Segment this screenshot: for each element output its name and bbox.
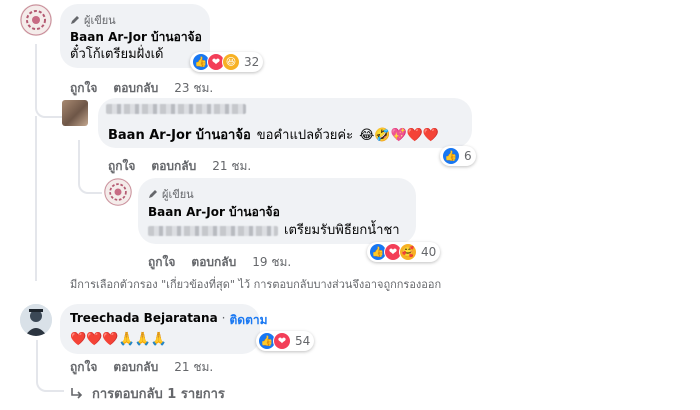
reply-button[interactable]: ตอบกลับ bbox=[113, 358, 158, 377]
comment-actions: ถูกใจ ตอบกลับ 21 ชม. bbox=[70, 358, 213, 377]
commenter-avatar[interactable] bbox=[20, 304, 52, 336]
comment-timestamp[interactable]: 23 ชม. bbox=[174, 79, 213, 98]
reaction-summary[interactable]: 👍 ❤ 🥰 40 bbox=[367, 242, 441, 262]
author-badge: ผู้เขียน bbox=[70, 11, 116, 29]
separator-dot: · bbox=[221, 311, 226, 325]
floral-logo-icon bbox=[20, 4, 52, 36]
author-badge: ผู้เขียน bbox=[148, 185, 194, 203]
comment-text: เตรียมรับพิธียกน้ำชา bbox=[284, 223, 400, 238]
reaction-count: 6 bbox=[464, 149, 472, 163]
reply-button[interactable]: ตอบกลับ bbox=[191, 253, 236, 272]
reply-text-row: Baan Ar-Jor บ้านอาจ้อ ขอคำแปลด้วยค่ะ 😂🤣💖… bbox=[108, 127, 439, 145]
pencil-icon bbox=[149, 190, 157, 198]
thread-line-main-2 bbox=[35, 116, 37, 281]
reaction-summary[interactable]: 👍 ❤ 54 bbox=[256, 331, 315, 351]
like-reaction-icon: 👍 bbox=[442, 147, 460, 165]
commenter-avatar-blurred[interactable] bbox=[62, 100, 88, 126]
comment-timestamp[interactable]: 21 ชม. bbox=[174, 358, 213, 377]
comment-timestamp[interactable]: 19 ชม. bbox=[252, 253, 291, 272]
thread-line-main bbox=[35, 44, 37, 104]
thread-curve-more-replies bbox=[36, 340, 64, 392]
haha-reaction-icon: 😆 bbox=[222, 53, 240, 71]
reply-button[interactable]: ตอบกลับ bbox=[113, 79, 158, 98]
author-avatar[interactable] bbox=[104, 178, 132, 206]
comment-actions: ถูกใจ ตอบกลับ 23 ชม. bbox=[70, 79, 213, 98]
comment-author-name[interactable]: Treechada Bejaratana bbox=[70, 311, 218, 330]
thread-curve-reply-1 bbox=[35, 100, 63, 118]
comment-bubble: Treechada Bejaratana · ติดตาม ❤️❤️❤️🙏🙏🙏 bbox=[60, 304, 268, 354]
reaction-count: 40 bbox=[421, 245, 437, 259]
love-reaction-icon: ❤ bbox=[273, 332, 291, 350]
filter-notice: มีการเลือกตัวกรอง "เกี่ยวข้องที่สุด" ไว้… bbox=[70, 278, 442, 291]
thread-curve-reply-2 bbox=[78, 140, 102, 194]
reaction-count: 32 bbox=[244, 55, 260, 69]
comment-header: Treechada Bejaratana · ติดตาม bbox=[70, 311, 268, 330]
like-button[interactable]: ถูกใจ bbox=[70, 358, 97, 377]
reply-arrow-icon bbox=[71, 387, 83, 399]
comment-bubble: ผู้เขียน Baan Ar-Jor บ้านอาจ้อ ตั๋วโก้เต… bbox=[60, 4, 210, 68]
person-photo-icon bbox=[20, 304, 52, 336]
reaction-summary[interactable]: 👍 ❤ 😆 32 bbox=[190, 52, 264, 72]
commenter-name-blurred bbox=[106, 104, 246, 114]
emoji-string: 😂🤣💖❤️❤️ bbox=[359, 128, 440, 143]
reaction-summary[interactable]: 👍 6 bbox=[440, 146, 476, 166]
pencil-icon bbox=[71, 16, 79, 24]
mention-link[interactable]: Baan Ar-Jor บ้านอาจ้อ bbox=[108, 127, 251, 145]
comment-text: ขอคำแปลด้วยค่ะ bbox=[256, 128, 354, 143]
follow-link[interactable]: ติดตาม bbox=[230, 311, 268, 330]
comment-actions: ถูกใจ ตอบกลับ 19 ชม. bbox=[148, 253, 291, 272]
like-button[interactable]: ถูกใจ bbox=[108, 157, 135, 176]
comment-text: ตั๋วโก้เตรียมฝั่งเด้ bbox=[70, 47, 164, 62]
reply-button[interactable]: ตอบกลับ bbox=[151, 157, 196, 176]
like-button[interactable]: ถูกใจ bbox=[70, 79, 97, 98]
blurred-text bbox=[148, 226, 278, 236]
comment-timestamp[interactable]: 21 ชม. bbox=[212, 157, 251, 176]
floral-logo-icon bbox=[104, 178, 132, 206]
like-button[interactable]: ถูกใจ bbox=[148, 253, 175, 272]
reaction-count: 54 bbox=[295, 334, 311, 348]
author-avatar[interactable] bbox=[20, 4, 52, 36]
emoji-string: ❤️❤️❤️🙏🙏🙏 bbox=[70, 332, 168, 347]
care-reaction-icon: 🥰 bbox=[399, 243, 417, 261]
comment-author-name[interactable]: Baan Ar-Jor บ้านอาจ้อ bbox=[70, 28, 202, 46]
comment-author-name[interactable]: Baan Ar-Jor บ้านอาจ้อ bbox=[148, 203, 280, 221]
comment-actions: ถูกใจ ตอบกลับ 21 ชม. bbox=[108, 157, 251, 176]
comment-bubble: ผู้เขียน Baan Ar-Jor บ้านอาจ้อ เตรียมรับ… bbox=[138, 178, 416, 244]
view-more-replies[interactable]: การตอบกลับ 1 รายการ bbox=[70, 383, 225, 404]
